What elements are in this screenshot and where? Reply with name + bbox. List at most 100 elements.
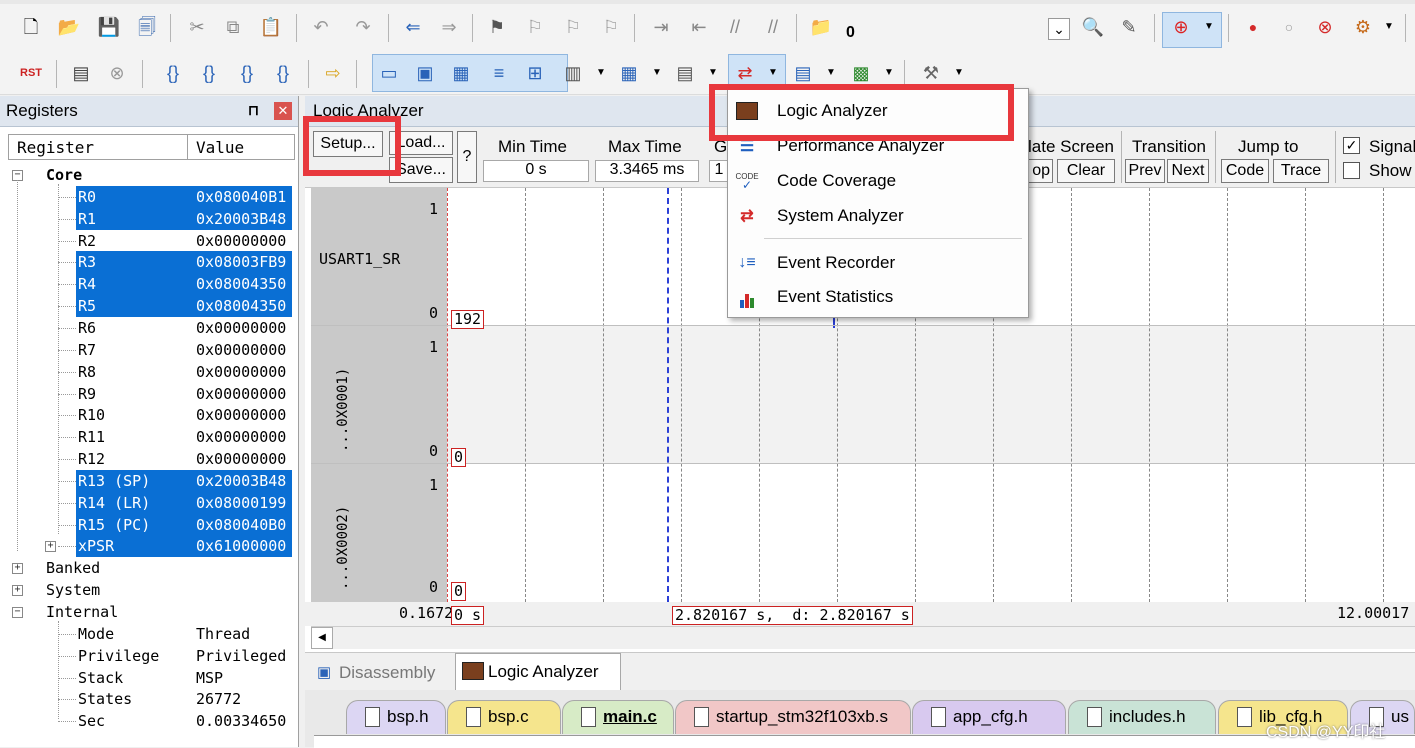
copy-icon[interactable]: ⧉ bbox=[220, 14, 246, 40]
register-row[interactable]: R7 0x00000000 bbox=[0, 339, 298, 361]
breakpoint-disabled-icon[interactable]: ○ bbox=[1276, 14, 1302, 40]
register-row[interactable]: R8 0x00000000 bbox=[0, 361, 298, 383]
register-row[interactable]: R9 0x00000000 bbox=[0, 383, 298, 405]
chevron-down-icon[interactable]: ▼ bbox=[588, 60, 614, 86]
register-value[interactable]: 0x00000000 bbox=[196, 404, 286, 426]
register-value[interactable]: 0x20003B48 bbox=[196, 470, 286, 492]
trace-button[interactable]: Trace bbox=[1273, 159, 1329, 183]
indent-icon[interactable]: ⇥ bbox=[648, 14, 674, 40]
register-value[interactable]: 0x08004350 bbox=[196, 295, 286, 317]
internal-row[interactable]: Stack MSP bbox=[0, 667, 298, 689]
debug-start-icon[interactable]: ⊕ bbox=[1168, 14, 1194, 40]
stop-icon[interactable]: ⊗ bbox=[104, 60, 130, 86]
new-file-icon[interactable]: 🗋 bbox=[18, 14, 44, 40]
serial-window-icon[interactable]: ▤ bbox=[672, 60, 698, 86]
signal-name[interactable]: ...0X0001) bbox=[335, 342, 353, 452]
symbols-window-icon[interactable]: ▦ bbox=[448, 60, 474, 86]
chevron-down-icon[interactable]: ▼ bbox=[876, 60, 902, 86]
chevron-down-icon[interactable]: ▼ bbox=[644, 60, 670, 86]
tree-node-core[interactable]: Core bbox=[0, 164, 298, 186]
undo-icon[interactable]: ↶ bbox=[308, 14, 334, 40]
menu-item-code-coverage[interactable]: CODE ✓ Code Coverage bbox=[728, 164, 1028, 198]
code-button[interactable]: Code bbox=[1221, 159, 1269, 183]
register-value[interactable]: 0x00000000 bbox=[196, 317, 286, 339]
save-all-icon[interactable]: 🗐 bbox=[134, 14, 160, 40]
close-icon[interactable]: ✕ bbox=[274, 102, 292, 120]
register-value[interactable]: 0x20003B48 bbox=[196, 208, 286, 230]
help-button[interactable]: ? bbox=[457, 131, 477, 183]
registers-window-icon[interactable]: ≡ bbox=[486, 60, 512, 86]
document-tab[interactable]: includes.h bbox=[1068, 700, 1216, 734]
register-value[interactable]: 0x61000000 bbox=[196, 535, 286, 557]
tree-node-internal[interactable]: Internal bbox=[0, 601, 298, 623]
clear-button[interactable]: Clear bbox=[1057, 159, 1115, 183]
register-row[interactable]: R4 0x08004350 bbox=[0, 273, 298, 295]
watch-window-icon[interactable]: ▥ bbox=[560, 60, 586, 86]
register-value[interactable]: 0x08000199 bbox=[196, 492, 286, 514]
toolbox-icon[interactable]: ⚒ bbox=[918, 60, 944, 86]
system-viewer-icon[interactable]: ▩ bbox=[848, 60, 874, 86]
call-stack-window-icon[interactable]: ⊞ bbox=[522, 60, 548, 86]
breakpoint-icon[interactable]: ● bbox=[1240, 14, 1266, 40]
stop-button[interactable]: op bbox=[1025, 159, 1053, 183]
register-row[interactable]: R13 (SP) 0x20003B48 bbox=[0, 470, 298, 492]
chevron-down-icon[interactable]: ▼ bbox=[818, 60, 844, 86]
document-tab[interactable]: app_cfg.h bbox=[912, 700, 1066, 734]
reset-icon[interactable]: RST bbox=[18, 60, 44, 86]
register-row[interactable]: R1 0x20003B48 bbox=[0, 208, 298, 230]
register-value[interactable]: 0x00000000 bbox=[196, 339, 286, 361]
command-window-icon[interactable]: ▭ bbox=[376, 60, 402, 86]
col-value[interactable]: Value bbox=[187, 134, 295, 160]
chevron-down-icon[interactable]: ▼ bbox=[760, 60, 786, 86]
register-row[interactable]: R10 0x00000000 bbox=[0, 404, 298, 426]
internal-row[interactable]: Mode Thread bbox=[0, 623, 298, 645]
run-to-cursor-icon[interactable]: {} bbox=[270, 60, 296, 86]
paste-icon[interactable]: 📋 bbox=[258, 14, 284, 40]
tree-node-banked[interactable]: Banked bbox=[0, 557, 298, 579]
register-row[interactable]: R3 0x08003FB9 bbox=[0, 251, 298, 273]
open-file-icon[interactable]: 📂 bbox=[56, 14, 82, 40]
bookmark-clear-icon[interactable]: ⚐ bbox=[598, 14, 624, 40]
register-row[interactable]: R12 0x00000000 bbox=[0, 448, 298, 470]
tab-logic-analyzer[interactable]: Logic Analyzer bbox=[455, 653, 621, 690]
menu-item-system-analyzer[interactable]: ⇄ System Analyzer bbox=[728, 199, 1028, 233]
find-in-files-icon[interactable]: 📁 bbox=[808, 14, 834, 40]
step-over-icon[interactable]: {} bbox=[196, 60, 222, 86]
register-row[interactable]: R14 (LR) 0x08000199 bbox=[0, 492, 298, 514]
document-tab[interactable]: bsp.c bbox=[447, 700, 561, 734]
register-row[interactable]: xPSR 0x61000000 bbox=[0, 535, 298, 557]
navigate-forward-icon[interactable]: ⇒ bbox=[436, 14, 462, 40]
register-value[interactable]: 0x00000000 bbox=[196, 448, 286, 470]
signal-name[interactable]: USART1_SR bbox=[319, 250, 400, 268]
bookmark-next-icon[interactable]: ⚐ bbox=[560, 14, 586, 40]
uncomment-icon[interactable]: // bbox=[760, 14, 786, 40]
redo-icon[interactable]: ↷ bbox=[350, 14, 376, 40]
tree-node-system[interactable]: System bbox=[0, 579, 298, 601]
register-value[interactable]: 0x08003FB9 bbox=[196, 251, 286, 273]
dropdown-icon[interactable]: ⌄ bbox=[1048, 18, 1070, 40]
comment-icon[interactable]: // bbox=[722, 14, 748, 40]
menu-item-event-recorder[interactable]: ↓≡ Event Recorder bbox=[728, 246, 1028, 280]
register-value[interactable]: 0x080040B0 bbox=[196, 514, 286, 536]
disassembly-window-icon[interactable]: ▣ bbox=[412, 60, 438, 86]
run-icon[interactable]: ▤ bbox=[68, 60, 94, 86]
step-out-icon[interactable]: {} bbox=[234, 60, 260, 86]
tab-disassembly[interactable]: ▣ Disassembly bbox=[313, 659, 453, 689]
next-button[interactable]: Next bbox=[1167, 159, 1209, 183]
internal-row[interactable]: Privilege Privileged bbox=[0, 645, 298, 667]
cut-icon[interactable]: ✂ bbox=[184, 14, 210, 40]
show-checkbox[interactable] bbox=[1343, 162, 1360, 179]
register-value[interactable]: 0x00000000 bbox=[196, 230, 286, 252]
internal-row[interactable]: Sec 0.00334650 bbox=[0, 710, 298, 732]
bookmark-prev-icon[interactable]: ⚐ bbox=[522, 14, 548, 40]
signal-name[interactable]: ...0X0002) bbox=[335, 480, 353, 590]
scroll-left-icon[interactable]: ◀ bbox=[311, 627, 333, 649]
register-row[interactable]: R2 0x00000000 bbox=[0, 230, 298, 252]
col-register[interactable]: Register bbox=[8, 134, 188, 160]
analysis-window-icon[interactable]: ⇄ bbox=[732, 60, 758, 86]
chevron-down-icon[interactable]: ▼ bbox=[700, 60, 726, 86]
trace-window-icon[interactable]: ▤ bbox=[790, 60, 816, 86]
breakpoint-kill-icon[interactable]: ⊗ bbox=[1312, 14, 1338, 40]
bookmark-icon[interactable]: ⚑ bbox=[484, 14, 510, 40]
register-value[interactable]: 0x00000000 bbox=[196, 361, 286, 383]
